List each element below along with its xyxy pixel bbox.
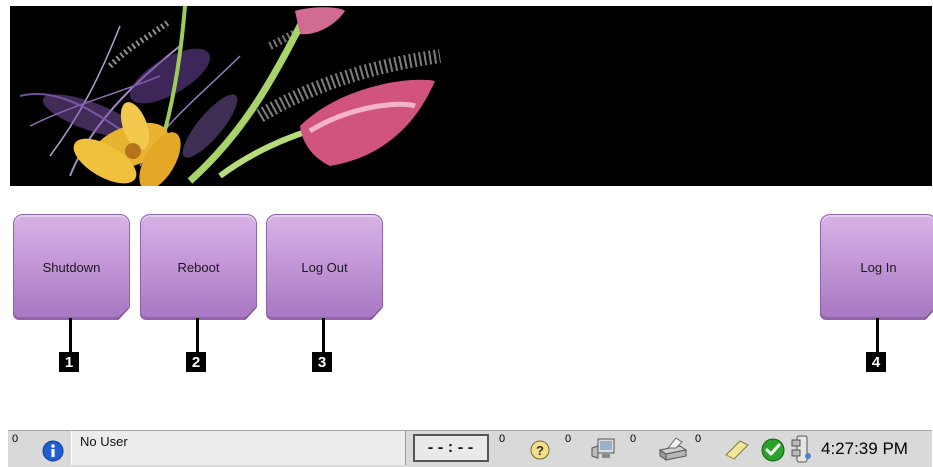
- callout-leader-1: [69, 318, 72, 352]
- login-button-label: Log In: [860, 259, 897, 275]
- device-count: 0: [565, 433, 572, 445]
- help-count: 0: [499, 433, 506, 445]
- callout-leader-3: [322, 318, 325, 352]
- logout-button[interactable]: Log Out: [266, 214, 383, 320]
- notes-count: 0: [695, 433, 702, 445]
- clock-display: 4:27:39 PM: [821, 439, 908, 458]
- ok-status-icon[interactable]: [760, 437, 786, 466]
- reboot-button[interactable]: Reboot: [140, 214, 257, 320]
- logout-button-label: Log Out: [301, 259, 348, 275]
- callout-badge-4: 4: [866, 352, 886, 372]
- shutdown-button[interactable]: Shutdown: [13, 214, 130, 320]
- print-count: 0: [630, 433, 637, 445]
- status-taskbar: 0 No User --:-- 0 ? 0 0 0 4:27:39 PM: [8, 430, 932, 467]
- callout-badge-1: 1: [59, 352, 79, 372]
- info-icon[interactable]: [42, 440, 64, 465]
- notes-icon[interactable]: [722, 437, 750, 464]
- shutdown-button-label: Shutdown: [42, 259, 101, 275]
- flower-banner-image: [10, 6, 932, 186]
- help-icon[interactable]: ?: [528, 438, 552, 465]
- callout-leader-4: [876, 318, 879, 352]
- user-status-field[interactable]: No User: [71, 431, 406, 465]
- current-user-label: No User: [80, 434, 128, 449]
- device-icon[interactable]: [590, 436, 620, 465]
- svg-text:?: ?: [536, 443, 544, 458]
- alerts-count: 0: [12, 433, 19, 445]
- login-button[interactable]: Log In: [820, 214, 933, 320]
- callout-badge-3: 3: [312, 352, 332, 372]
- printer-icon[interactable]: [656, 436, 688, 465]
- system-icon[interactable]: [789, 434, 815, 467]
- callout-badge-2: 2: [186, 352, 206, 372]
- exposure-timer: --:--: [413, 434, 489, 462]
- callout-leader-2: [196, 318, 199, 352]
- reboot-button-label: Reboot: [177, 259, 220, 275]
